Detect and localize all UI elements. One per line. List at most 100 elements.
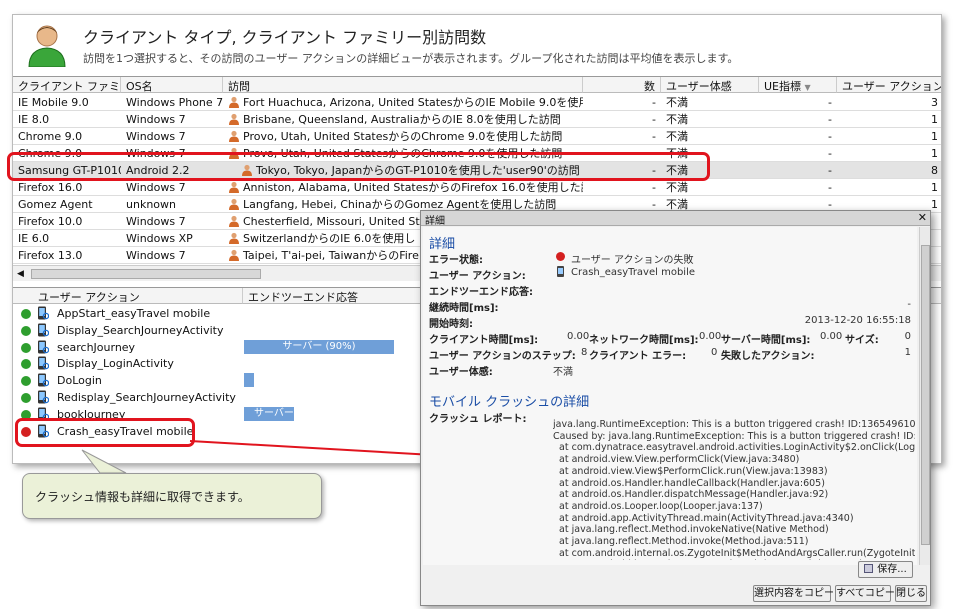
visit-cell-text: 不満	[666, 96, 688, 109]
steps-value: 8	[581, 347, 588, 358]
visit-cell-ue: -	[759, 145, 837, 162]
server-time-label: サーバー時間[ms]:	[721, 335, 811, 346]
dialog-titlebar: 詳細 ✕	[421, 211, 930, 227]
visit-cell-text: -	[652, 181, 656, 194]
col-client-family[interactable]: クライアント ファミリー	[13, 77, 121, 93]
scroll-left-icon[interactable]: ◀	[17, 269, 24, 279]
visit-cell-text: 1	[931, 198, 938, 211]
visit-cell-text: IE 6.0	[18, 232, 50, 245]
mobile-action-icon	[38, 373, 49, 387]
client-errors-value: 0	[711, 347, 718, 358]
visit-cell-ux: 不満	[661, 94, 759, 111]
col-count[interactable]: 数	[583, 77, 661, 93]
ux-label: ユーザー体感:	[429, 367, 493, 378]
visit-cell-text: Windows XP	[126, 232, 193, 245]
col-ue[interactable]: UE指標 ▼	[759, 77, 837, 93]
visitor-icon	[229, 181, 239, 193]
visit-cell-text: Windows 7	[126, 113, 186, 126]
copy-selection-button[interactable]: 選択内容をコピー	[753, 585, 834, 602]
col-os[interactable]: OS名	[121, 77, 223, 93]
visit-cell-os: unknown	[121, 196, 223, 213]
visit-cell-actions: 8	[837, 162, 941, 179]
client-errors-label: クライアント エラー:	[589, 351, 687, 362]
start-time-label: 開始時刻:	[429, 319, 473, 330]
visit-cell-actions: 1	[837, 111, 941, 128]
visit-cell-text: 1	[931, 130, 938, 143]
visit-cell-ux: 不満	[661, 111, 759, 128]
action-label: Display_LoginActivity	[57, 357, 174, 371]
dialog-close-icon[interactable]: ✕	[918, 211, 927, 224]
visit-cell-text: Firefox 10.0	[18, 215, 83, 228]
error-state-label: エラー状態:	[429, 255, 483, 266]
visit-cell-family: Chrome 9.0	[13, 128, 121, 145]
visit-cell-text: -	[652, 113, 656, 126]
size-value: 0	[904, 331, 911, 342]
visit-cell-actions: 1	[837, 128, 941, 145]
action-label: AppStart_easyTravel mobile	[57, 307, 211, 320]
visit-cell-family: Gomez Agent	[13, 196, 121, 213]
dialog-body: 詳細 エラー状態: ユーザー アクションの失敗 ユーザー アクション: Cras…	[423, 227, 917, 565]
visit-cell-text: Firefox 16.0	[18, 181, 83, 194]
col-ue-label: UE指標	[764, 80, 802, 93]
col-user-action[interactable]: ユーザー アクション	[13, 288, 243, 304]
response-bar	[244, 373, 254, 388]
visit-cell-text: 3	[931, 96, 938, 109]
visit-cell-text: -	[652, 130, 656, 143]
visit-cell-os: Windows 7	[121, 247, 223, 264]
save-button-label: 保存...	[877, 564, 907, 575]
start-time-value: 2013-12-20 16:55:18	[804, 315, 911, 326]
response-bar-label: サーバー (90%)	[282, 340, 356, 352]
visit-cell-os: Windows Phone 7	[121, 94, 223, 111]
save-button[interactable]: 保存...	[858, 561, 913, 578]
dialog-vertical-scrollbar[interactable]	[919, 227, 930, 565]
error-state-value: ユーザー アクションの失敗	[571, 255, 694, 266]
visit-cell-family: IE 8.0	[13, 111, 121, 128]
copy-all-button[interactable]: すべてコピー	[835, 585, 895, 602]
visit-cell-ue: -	[759, 128, 837, 145]
col-visit[interactable]: 訪問	[223, 77, 583, 93]
ok-status-icon	[21, 342, 31, 353]
visit-row[interactable]: IE 8.0 Windows 7 Brisbane, Queensland, Aus…	[13, 111, 941, 128]
failed-actions-label: 失敗したアクション:	[721, 351, 815, 362]
detail-dialog: 詳細 ✕ 詳細 エラー状態: ユーザー アクションの失敗 ユーザー アクション:…	[420, 210, 931, 606]
scrollbar-thumb[interactable]	[31, 269, 261, 279]
response-bar: サーバー	[244, 406, 294, 421]
client-time-label: クライアント時間[ms]:	[429, 335, 539, 346]
visit-cell-text: Windows Phone 7	[126, 96, 223, 109]
visit-cell-text: IE 8.0	[18, 113, 50, 126]
visit-cell-text: Fort Huachuca, Arizona, United Statesからの…	[243, 96, 583, 109]
page-title: クライアント タイプ, クライアント ファミリー別訪問数	[83, 28, 487, 47]
visit-cell-text: 1	[931, 113, 938, 126]
visit-cell-text: Anniston, Alabama, United StatesからのFiref…	[243, 181, 583, 194]
visit-cell-text: Taipei, T'ai-pei, TaiwanからのFire	[243, 249, 419, 262]
mobile-action-icon	[38, 340, 49, 354]
visit-cell-text: IE Mobile 9.0	[18, 96, 89, 109]
user-action-value: Crash_easyTravel mobile	[571, 267, 695, 278]
crash-report-text[interactable]: java.lang.RuntimeException: This is a bu…	[553, 419, 915, 560]
visit-cell-ux: 不満	[661, 179, 759, 196]
action-label: Redisplay_SearchJourneyActivity	[57, 391, 236, 404]
save-icon	[864, 564, 874, 573]
visit-cell-visit: Anniston, Alabama, United StatesからのFiref…	[223, 179, 583, 196]
visit-cell-text: -	[652, 96, 656, 109]
visit-cell-visit: Provo, Utah, United StatesからのChrome 9.0を…	[223, 128, 583, 145]
visit-cell-text: Firefox 13.0	[18, 249, 83, 262]
visit-cell-text: 不満	[666, 113, 688, 126]
response-bar: サーバー (90%)	[244, 339, 394, 354]
page-subtitle: 訪問を1つ選択すると、その訪問のユーザー アクションの詳細ビューが表示されます。…	[83, 52, 739, 65]
close-button[interactable]: 閉じる	[895, 585, 927, 602]
visit-cell-actions: 1	[837, 145, 941, 162]
size-label: サイズ:	[845, 335, 879, 346]
callout-note: クラッシュ情報も詳細に取得できます。	[22, 473, 322, 519]
visit-row[interactable]: Chrome 9.0 Windows 7 Provo, Utah, United S…	[13, 128, 941, 145]
mobile-action-icon	[557, 266, 564, 277]
col-ux[interactable]: ユーザー体感	[661, 77, 759, 93]
visitor-icon	[229, 198, 239, 210]
col-actions[interactable]: ユーザー アクション	[837, 77, 941, 93]
ok-status-icon	[21, 376, 31, 387]
visit-row[interactable]: Firefox 16.0 Windows 7 Anniston, Alabama, …	[13, 179, 941, 196]
dialog-scrollbar-thumb[interactable]	[921, 245, 930, 545]
mobile-action-icon	[38, 356, 49, 370]
visit-row[interactable]: IE Mobile 9.0 Windows Phone 7 Fort Huachuc…	[13, 94, 941, 111]
visit-cell-text: -	[828, 96, 832, 109]
